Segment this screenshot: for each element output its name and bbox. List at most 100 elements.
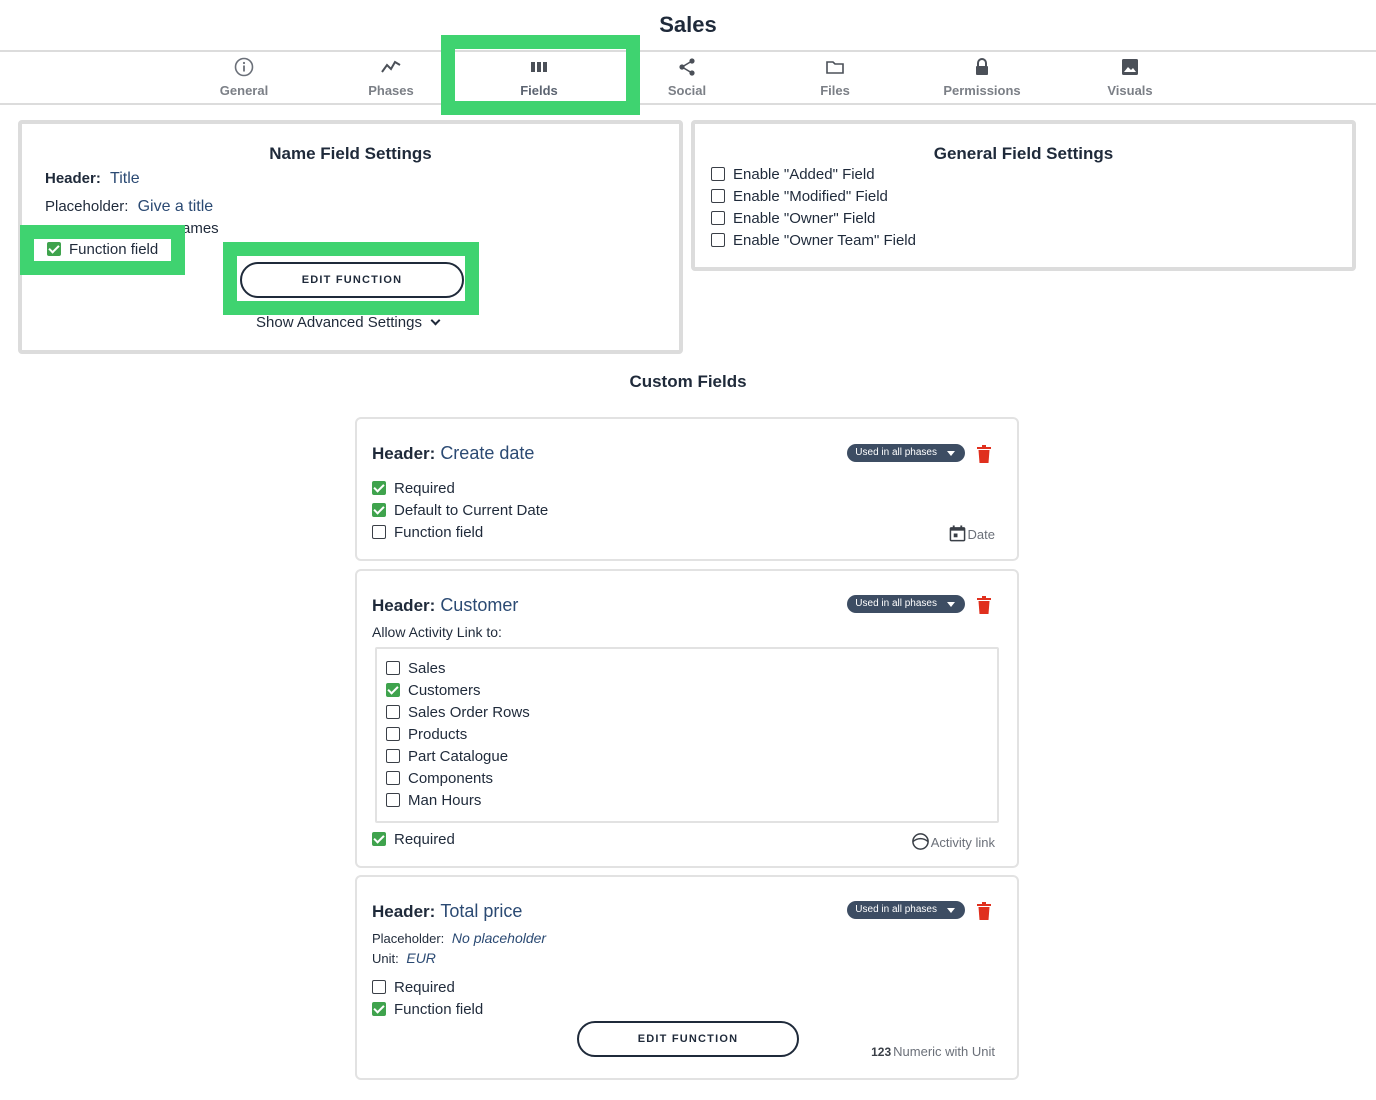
option-label: Enable "Owner Team" Field (733, 232, 916, 249)
enable-modified-option[interactable]: Enable "Modified" Field (711, 188, 888, 205)
phases-dropdown[interactable]: Used in all phases (847, 901, 965, 919)
enable-owner-team-option[interactable]: Enable "Owner Team" Field (711, 232, 916, 249)
name-function-field-option[interactable]: Function field (47, 241, 158, 258)
trash-icon[interactable] (977, 902, 991, 920)
trend-icon (331, 57, 451, 79)
checkbox[interactable] (386, 727, 400, 741)
link-target-option[interactable]: Sales Order Rows (386, 704, 530, 721)
highlight-frame (223, 242, 479, 315)
checkbox[interactable] (372, 1002, 386, 1016)
option-label: Required (394, 831, 455, 848)
function-field-option[interactable]: Function field (372, 524, 483, 541)
checkbox[interactable] (711, 167, 725, 181)
field-type-label: Numeric with Unit (893, 1044, 995, 1059)
placeholder-value[interactable]: No placeholder (452, 930, 546, 946)
checkbox[interactable] (372, 980, 386, 994)
checkbox[interactable] (711, 211, 725, 225)
link-targets-box: Sales Customers Sales Order Rows Product… (375, 647, 999, 823)
numeric-icon: 123 (871, 1045, 892, 1059)
calendar-icon (949, 525, 965, 542)
field-type-label: Activity link (930, 835, 995, 850)
link-target-option[interactable]: Components (386, 770, 493, 787)
option-label: Required (394, 480, 455, 497)
option-label: Function field (394, 1001, 484, 1018)
phases-dropdown[interactable]: Used in all phases (847, 595, 965, 613)
default-current-date-option[interactable]: Default to Current Date (372, 502, 548, 519)
checkbox[interactable] (386, 771, 400, 785)
show-advanced-settings-link[interactable]: Show Advanced Settings (256, 314, 441, 331)
header-value[interactable]: Total price (440, 901, 522, 921)
checkbox[interactable] (386, 683, 400, 697)
checkbox[interactable] (372, 503, 386, 517)
function-field-option[interactable]: Function field (372, 1001, 483, 1018)
option-label: Customers (408, 682, 481, 699)
header-value[interactable]: Create date (440, 443, 534, 463)
activity-link-icon (911, 833, 929, 850)
required-option[interactable]: Required (372, 979, 455, 996)
checkbox[interactable] (372, 481, 386, 495)
field-type: 123 Numeric with Unit (871, 1044, 995, 1059)
option-label: Products (408, 726, 468, 743)
placeholder-row: Placeholder: No placeholder (372, 930, 546, 946)
checkbox[interactable] (711, 233, 725, 247)
allow-link-label: Allow Activity Link to: (372, 624, 502, 640)
placeholder-label: Placeholder: (372, 931, 445, 946)
link-target-option[interactable]: Part Catalogue (386, 748, 508, 765)
option-label: Enable "Owner" Field (733, 210, 876, 227)
edit-function-button[interactable]: EDIT FUNCTION (577, 1021, 799, 1057)
card-header: Header: Total price (372, 901, 522, 922)
lock-icon (922, 57, 1042, 79)
tab-general[interactable]: General (184, 57, 304, 98)
checkbox[interactable] (47, 242, 61, 256)
custom-field-card: Header: Create date Used in all phases Re… (355, 417, 1019, 561)
trash-icon[interactable] (977, 445, 991, 463)
folder-icon (775, 57, 895, 79)
header-value[interactable]: Title (110, 170, 140, 187)
placeholder-value[interactable]: Give a title (138, 198, 214, 215)
highlight-frame (441, 35, 640, 115)
option-label: Enable "Added" Field (733, 166, 875, 183)
link-target-option[interactable]: Customers (386, 682, 481, 699)
header-value[interactable]: Customer (440, 595, 518, 615)
option-label: Required (394, 979, 455, 996)
placeholder-label: Placeholder: (45, 198, 129, 215)
info-icon (184, 57, 304, 79)
checkbox[interactable] (386, 793, 400, 807)
header-label: Header: (372, 444, 436, 463)
custom-fields-title: Custom Fields (629, 372, 747, 391)
link-target-option[interactable]: Sales (386, 660, 446, 677)
tab-visuals[interactable]: Visuals (1070, 57, 1190, 98)
tab-label: General (219, 83, 269, 98)
checkbox[interactable] (386, 661, 400, 675)
tab-phases[interactable]: Phases (331, 57, 451, 98)
tab-permissions[interactable]: Permissions (922, 57, 1042, 98)
required-option[interactable]: Required (372, 480, 455, 497)
divider (0, 50, 1376, 52)
card-header: Header: Customer (372, 595, 518, 616)
tab-files[interactable]: Files (775, 57, 895, 98)
unit-value[interactable]: EUR (406, 950, 436, 966)
chevron-down-icon (430, 315, 441, 326)
option-label: Part Catalogue (408, 748, 509, 765)
link-target-option[interactable]: Man Hours (386, 792, 481, 809)
field-type: Activity link (911, 832, 995, 851)
checkbox[interactable] (372, 525, 386, 539)
required-option[interactable]: Required (372, 831, 455, 848)
page-title: Sales (659, 12, 717, 37)
checkbox[interactable] (372, 832, 386, 846)
checkbox[interactable] (386, 749, 400, 763)
option-label: Enable "Modified" Field (733, 188, 888, 205)
tab-social[interactable]: Social (627, 57, 747, 98)
divider (0, 103, 1376, 105)
checkbox[interactable] (386, 705, 400, 719)
option-label: Sales Order Rows (408, 704, 530, 721)
phases-dropdown[interactable]: Used in all phases (847, 444, 965, 462)
panel-title: Name Field Settings (269, 144, 432, 163)
custom-field-card: Header: Customer Used in all phases Allow… (355, 569, 1019, 868)
checkbox[interactable] (711, 189, 725, 203)
link-target-option[interactable]: Products (386, 726, 467, 743)
enable-owner-option[interactable]: Enable "Owner" Field (711, 210, 875, 227)
option-label: Default to Current Date (394, 502, 549, 519)
trash-icon[interactable] (977, 596, 991, 614)
enable-added-option[interactable]: Enable "Added" Field (711, 166, 875, 183)
